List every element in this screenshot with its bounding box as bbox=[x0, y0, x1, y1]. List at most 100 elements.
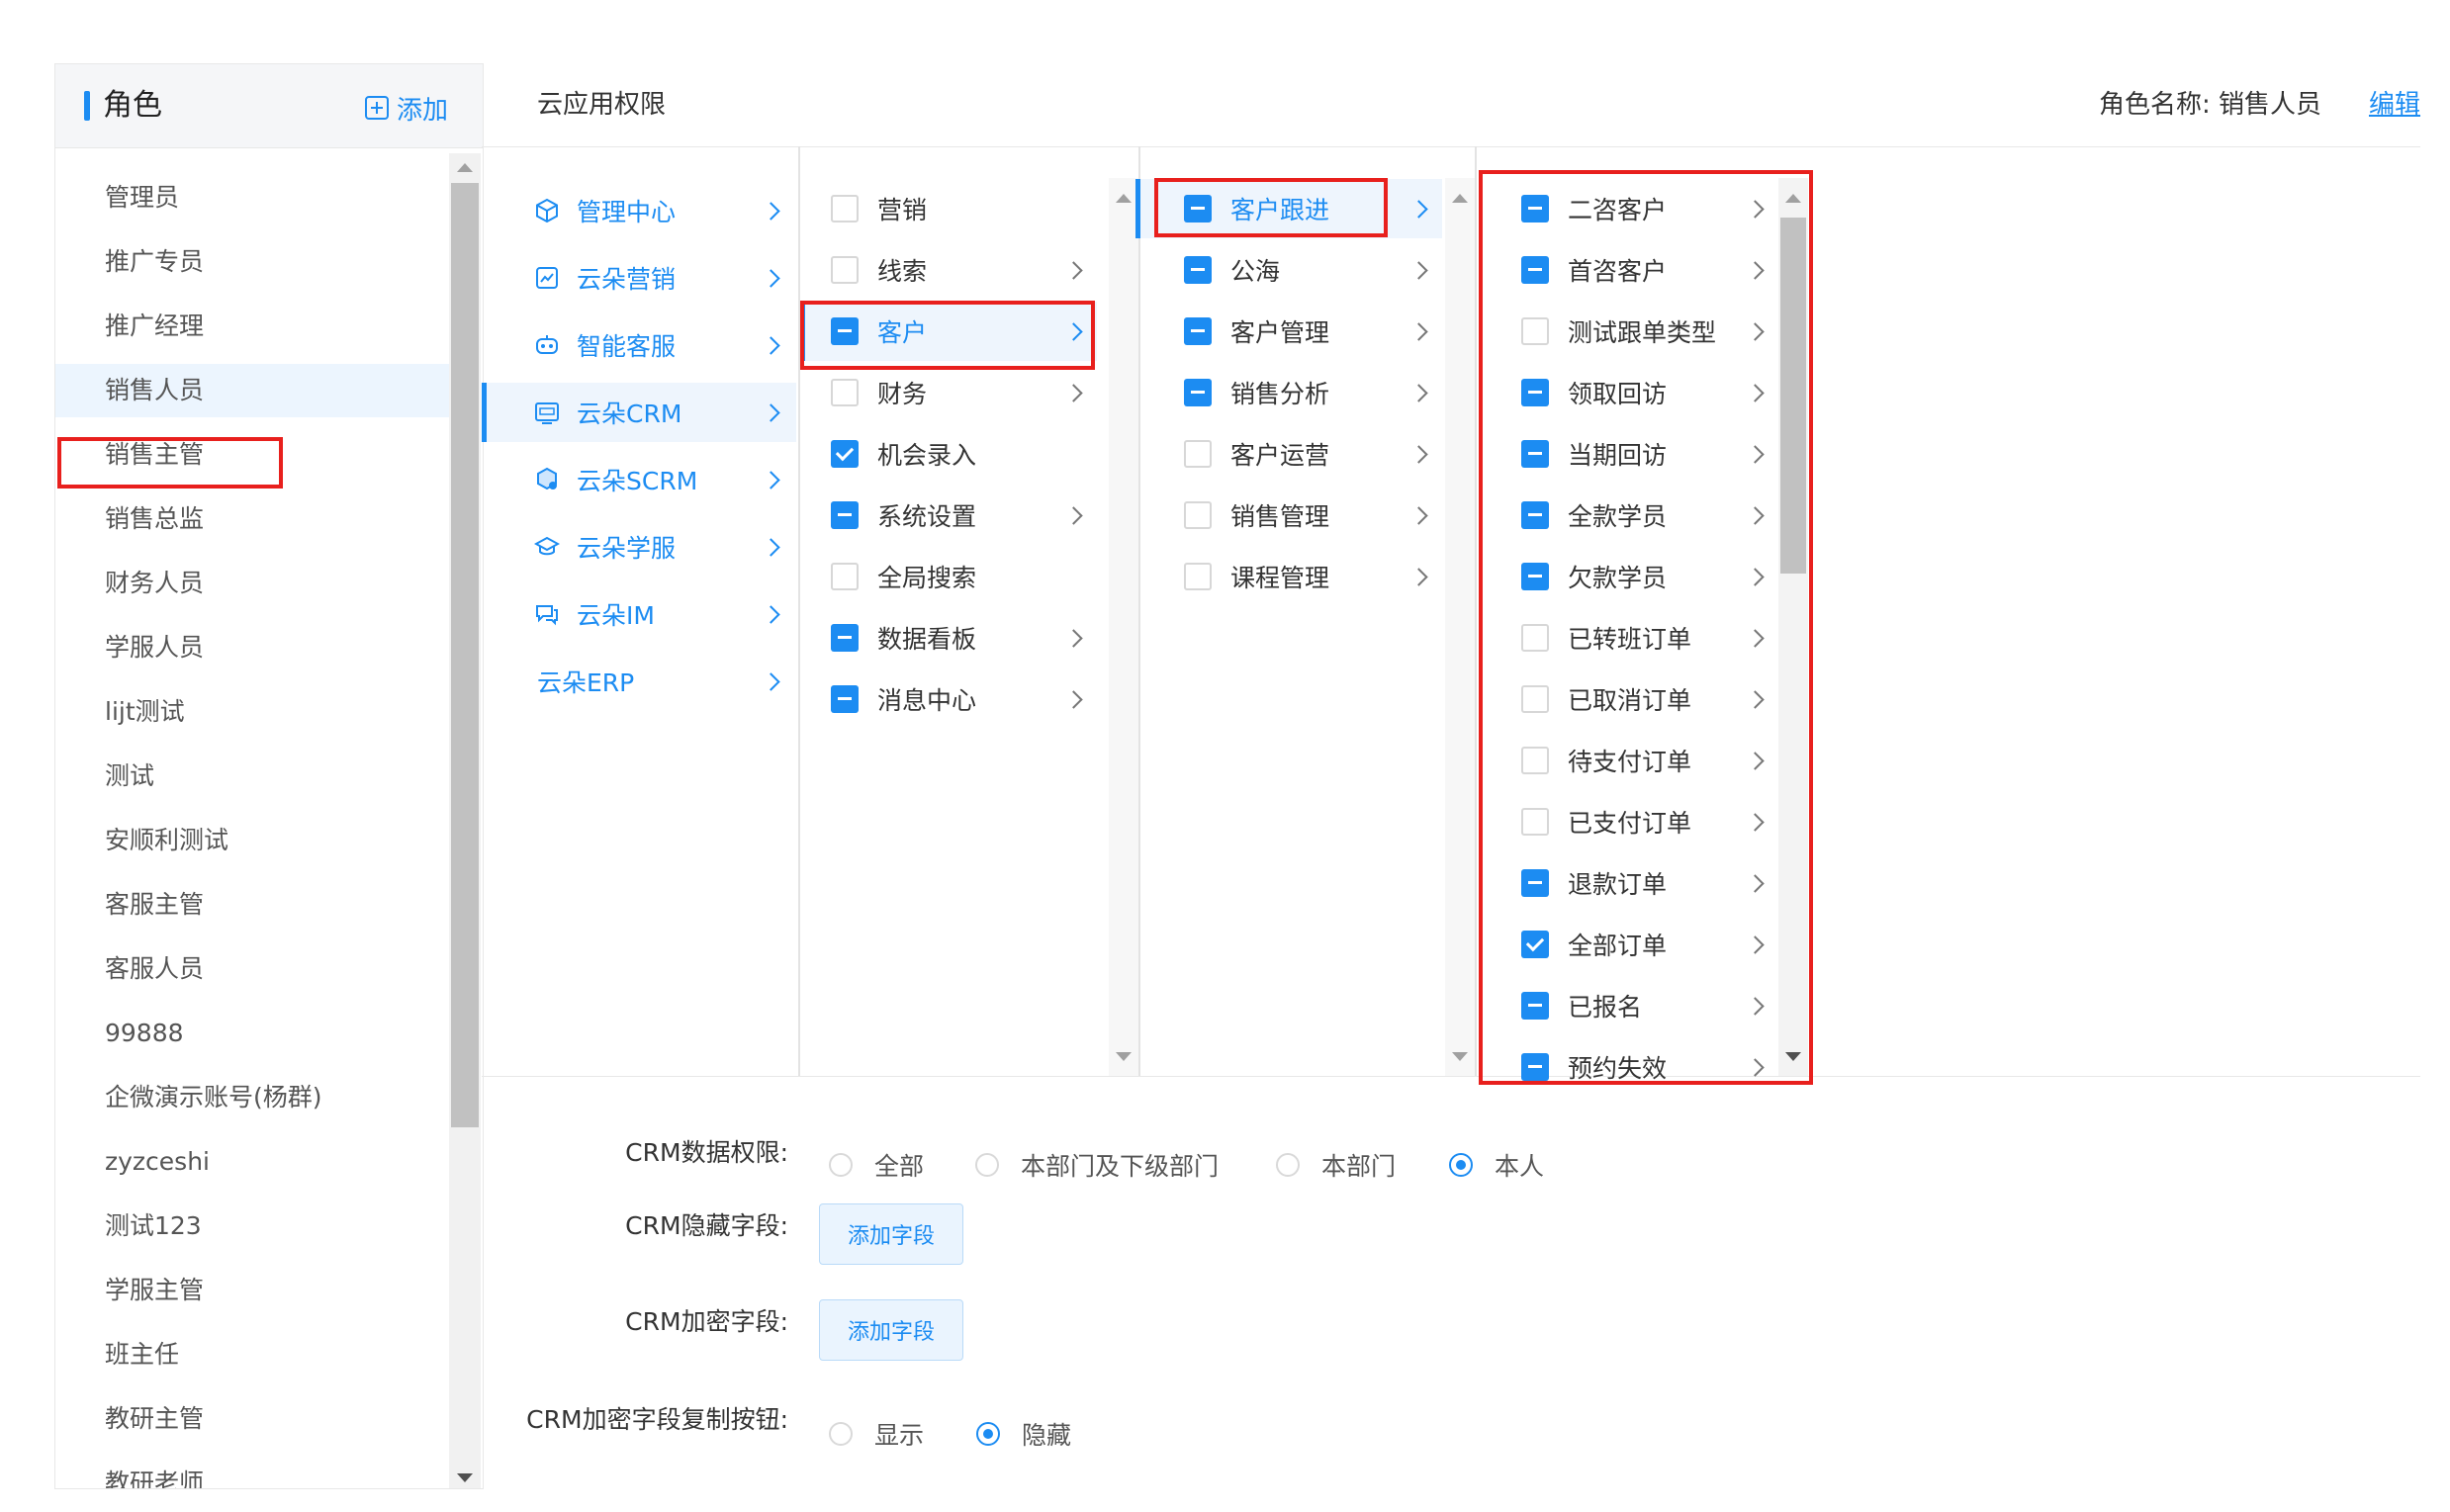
permission-item[interactable]: 欠款学员 bbox=[1477, 547, 1778, 606]
app-nav-item[interactable]: 云朵营销 bbox=[482, 248, 796, 308]
permission-checkbox[interactable] bbox=[831, 195, 859, 222]
scroll-down-arrow-icon[interactable] bbox=[1785, 1052, 1801, 1061]
app-nav-item[interactable]: 云朵IM bbox=[482, 584, 796, 644]
app-nav-item[interactable]: 管理中心 bbox=[482, 181, 796, 240]
submodule-item[interactable]: 销售分析 bbox=[1140, 363, 1442, 422]
permission-checkbox[interactable] bbox=[831, 501, 859, 529]
data-scope-radio[interactable]: 全部 bbox=[829, 1147, 924, 1183]
module-item[interactable]: 机会录入 bbox=[800, 424, 1097, 484]
role-item[interactable]: 财务人员 bbox=[55, 557, 449, 610]
permission-item[interactable]: 已支付订单 bbox=[1477, 792, 1778, 851]
role-item[interactable]: 测试 bbox=[55, 750, 449, 803]
permission-checkbox[interactable] bbox=[1521, 685, 1549, 713]
app-nav-item[interactable]: 云朵ERP bbox=[482, 652, 796, 711]
role-item[interactable]: 客服主管 bbox=[55, 878, 449, 932]
role-item[interactable]: 班主任 bbox=[55, 1328, 449, 1381]
permission-checkbox[interactable] bbox=[831, 685, 859, 713]
role-item[interactable]: 教研老师 bbox=[55, 1457, 449, 1488]
role-item[interactable]: 测试123 bbox=[55, 1200, 449, 1253]
copy-button-radio[interactable]: 显示 bbox=[829, 1416, 924, 1452]
permission-item[interactable]: 全款学员 bbox=[1477, 486, 1778, 545]
data-scope-radio[interactable]: 本部门及下级部门 bbox=[975, 1147, 1219, 1183]
submodule-item[interactable]: 客户跟进 bbox=[1140, 179, 1442, 238]
permission-item[interactable]: 预约失效 bbox=[1477, 1037, 1778, 1097]
scroll-up-arrow-icon[interactable] bbox=[1452, 194, 1468, 203]
permission-item[interactable]: 已报名 bbox=[1477, 976, 1778, 1035]
permission-checkbox[interactable] bbox=[831, 256, 859, 284]
scroll-down-arrow-icon[interactable] bbox=[1452, 1052, 1468, 1061]
permission-checkbox[interactable] bbox=[1184, 501, 1212, 529]
role-item[interactable]: 教研主管 bbox=[55, 1392, 449, 1446]
add-encrypted-field-button[interactable]: 添加字段 bbox=[819, 1299, 963, 1361]
permission-checkbox[interactable] bbox=[831, 440, 859, 468]
module-item[interactable]: 消息中心 bbox=[800, 669, 1097, 729]
permission-item[interactable]: 待支付订单 bbox=[1477, 731, 1778, 790]
item-scroll-thumb[interactable] bbox=[1780, 218, 1806, 574]
scroll-up-arrow-icon[interactable] bbox=[1785, 194, 1801, 203]
permission-checkbox[interactable] bbox=[1521, 317, 1549, 345]
submodule-item[interactable]: 客户运营 bbox=[1140, 424, 1442, 484]
permission-checkbox[interactable] bbox=[1521, 624, 1549, 652]
permission-checkbox[interactable] bbox=[1521, 869, 1549, 897]
role-item[interactable]: lijt测试 bbox=[55, 685, 449, 739]
data-scope-radio[interactable]: 本部门 bbox=[1276, 1147, 1396, 1183]
permission-checkbox[interactable] bbox=[831, 563, 859, 590]
permission-checkbox[interactable] bbox=[1184, 195, 1212, 222]
submodule-item[interactable]: 课程管理 bbox=[1140, 547, 1442, 606]
permission-checkbox[interactable] bbox=[1521, 195, 1549, 222]
role-item[interactable]: 销售人员 bbox=[55, 364, 449, 417]
module-item[interactable]: 数据看板 bbox=[800, 608, 1097, 667]
add-role-button[interactable]: 添加 bbox=[365, 90, 448, 126]
add-hidden-field-button[interactable]: 添加字段 bbox=[819, 1203, 963, 1265]
permission-checkbox[interactable] bbox=[1521, 501, 1549, 529]
role-item[interactable]: zyzceshi bbox=[55, 1135, 449, 1189]
copy-button-radio[interactable]: 隐藏 bbox=[976, 1416, 1071, 1452]
submodule-item[interactable]: 客户管理 bbox=[1140, 302, 1442, 361]
permission-item[interactable]: 当期回访 bbox=[1477, 424, 1778, 484]
role-item[interactable]: 客服人员 bbox=[55, 942, 449, 996]
permission-checkbox[interactable] bbox=[1521, 992, 1549, 1020]
app-nav-item[interactable]: 智能客服 bbox=[482, 315, 796, 375]
permission-checkbox[interactable] bbox=[1521, 256, 1549, 284]
edit-role-link[interactable]: 编辑 bbox=[2369, 85, 2420, 125]
permission-checkbox[interactable] bbox=[1521, 379, 1549, 406]
module-column-scrollbar[interactable] bbox=[1109, 178, 1138, 1076]
permission-checkbox[interactable] bbox=[831, 624, 859, 652]
scroll-down-arrow-icon[interactable] bbox=[457, 1473, 473, 1482]
role-item[interactable]: 学服人员 bbox=[55, 621, 449, 674]
role-list-scroll-thumb[interactable] bbox=[451, 183, 479, 1127]
permission-item[interactable]: 已取消订单 bbox=[1477, 669, 1778, 729]
submodule-item[interactable]: 公海 bbox=[1140, 240, 1442, 300]
scroll-up-arrow-icon[interactable] bbox=[1116, 194, 1132, 203]
permission-checkbox[interactable] bbox=[1521, 1053, 1549, 1081]
permission-item[interactable]: 已转班订单 bbox=[1477, 608, 1778, 667]
app-nav-item[interactable]: 云朵学服 bbox=[482, 517, 796, 577]
permission-checkbox[interactable] bbox=[1184, 379, 1212, 406]
module-item[interactable]: 全局搜索 bbox=[800, 547, 1097, 606]
role-item[interactable]: 学服主管 bbox=[55, 1264, 449, 1317]
submodule-column-scrollbar[interactable] bbox=[1445, 178, 1475, 1076]
app-nav-item[interactable]: 云朵CRM bbox=[482, 383, 796, 442]
role-item[interactable]: 管理员 bbox=[55, 171, 449, 224]
permission-checkbox[interactable] bbox=[1184, 317, 1212, 345]
role-item[interactable]: 推广经理 bbox=[55, 300, 449, 353]
role-list-scrollbar[interactable] bbox=[449, 153, 481, 1488]
scroll-up-arrow-icon[interactable] bbox=[457, 163, 473, 172]
permission-checkbox[interactable] bbox=[1521, 563, 1549, 590]
permission-checkbox[interactable] bbox=[831, 379, 859, 406]
permission-checkbox[interactable] bbox=[1521, 747, 1549, 774]
permission-checkbox[interactable] bbox=[1521, 440, 1549, 468]
role-item[interactable]: 销售主管 bbox=[55, 428, 449, 482]
role-item[interactable]: 销售总监 bbox=[55, 492, 449, 546]
permission-checkbox[interactable] bbox=[1184, 256, 1212, 284]
permission-item[interactable]: 退款订单 bbox=[1477, 853, 1778, 913]
submodule-item[interactable]: 销售管理 bbox=[1140, 486, 1442, 545]
permission-item[interactable]: 测试跟单类型 bbox=[1477, 302, 1778, 361]
module-item[interactable]: 系统设置 bbox=[800, 486, 1097, 545]
permission-checkbox[interactable] bbox=[1184, 563, 1212, 590]
app-nav-item[interactable]: 云朵SCRM bbox=[482, 450, 796, 509]
module-item[interactable]: 财务 bbox=[800, 363, 1097, 422]
permission-item[interactable]: 领取回访 bbox=[1477, 363, 1778, 422]
permission-item[interactable]: 全部订单 bbox=[1477, 915, 1778, 974]
permission-checkbox[interactable] bbox=[831, 317, 859, 345]
